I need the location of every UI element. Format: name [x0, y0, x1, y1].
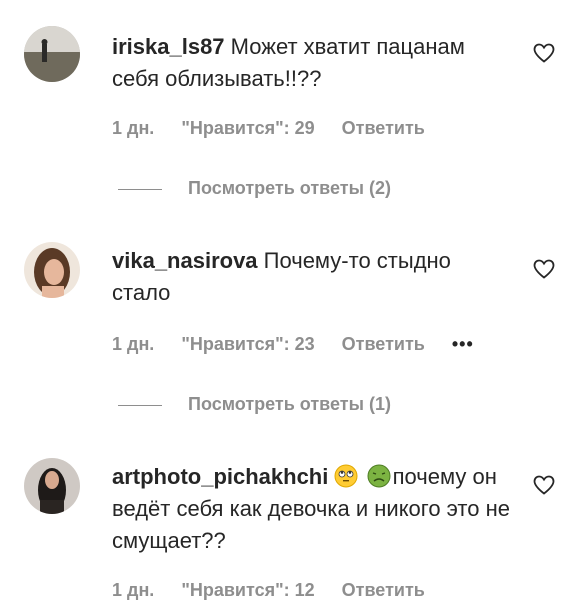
username[interactable]: artphoto_pichakhchi: [112, 464, 328, 489]
heart-icon[interactable]: [532, 41, 556, 65]
likes-count[interactable]: "Нравится": 23: [181, 334, 314, 354]
reply-button[interactable]: Ответить: [342, 580, 425, 600]
comment-meta: 1 дн. "Нравится": 29 Ответить: [112, 118, 447, 139]
view-replies-button[interactable]: Посмотреть ответы (2): [118, 178, 391, 199]
heart-icon[interactable]: [532, 257, 556, 281]
avatar[interactable]: [24, 458, 80, 514]
comment-meta: 1 дн. "Нравится": 23 Ответить •••: [112, 334, 496, 355]
view-replies-label: Посмотреть ответы (2): [188, 178, 391, 198]
reply-button[interactable]: Ответить: [342, 118, 425, 138]
username[interactable]: vika_nasirova: [112, 248, 258, 273]
username[interactable]: iriska_ls87: [112, 34, 225, 59]
avatar[interactable]: [24, 242, 80, 298]
face-with-rolling-eyes-icon: [334, 464, 358, 488]
likes-count[interactable]: "Нравится": 29: [181, 118, 314, 138]
view-replies-label: Посмотреть ответы (1): [188, 394, 391, 414]
avatar[interactable]: [24, 26, 80, 82]
divider-line: [118, 188, 162, 190]
view-replies-button[interactable]: Посмотреть ответы (1): [118, 394, 391, 415]
more-options-icon[interactable]: •••: [452, 334, 474, 355]
likes-count[interactable]: "Нравится": 12: [181, 580, 314, 600]
heart-icon[interactable]: [532, 473, 556, 497]
comment-meta: 1 дн. "Нравится": 12 Ответить: [112, 580, 447, 601]
comment-body: vika_nasirova Почему-то стыдно стало: [112, 245, 512, 309]
comment-time: 1 дн.: [112, 334, 155, 354]
comment-time: 1 дн.: [112, 580, 155, 600]
comment-body: artphoto_pichakhchi почему он ведёт себя…: [112, 461, 512, 557]
reply-button[interactable]: Ответить: [342, 334, 425, 354]
nauseated-face-icon: [367, 464, 391, 488]
divider-line: [118, 404, 162, 406]
comment-time: 1 дн.: [112, 118, 155, 138]
comment-body: iriska_ls87 Может хватит пацанам себя об…: [112, 31, 512, 95]
